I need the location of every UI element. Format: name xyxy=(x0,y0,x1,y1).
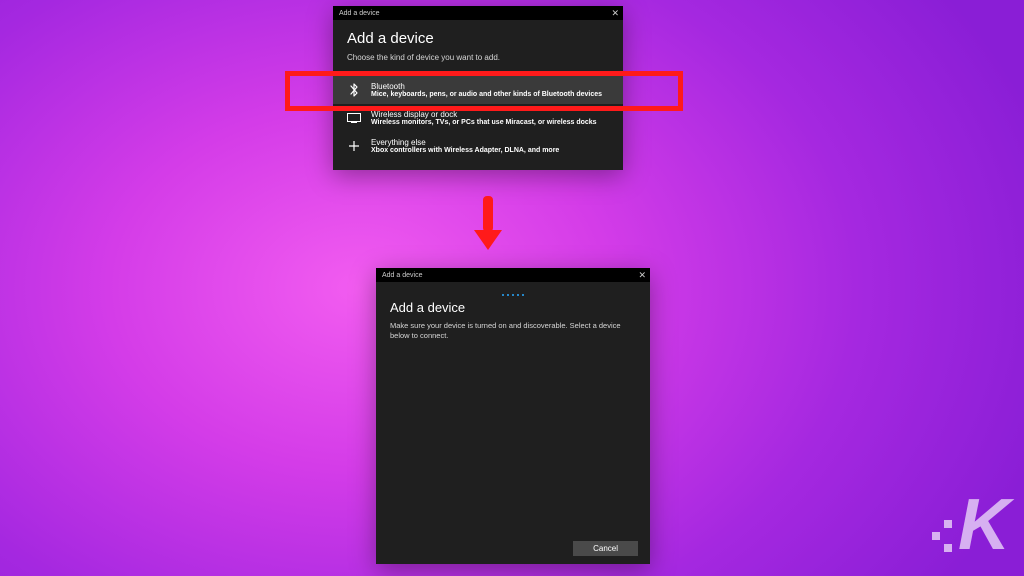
option-text: Bluetooth Mice, keyboards, pens, or audi… xyxy=(371,82,602,98)
add-device-dialog-step1: Add a device ✕ Add a device Choose the k… xyxy=(333,6,623,170)
progress-dots xyxy=(390,294,636,296)
titlebar: Add a device ✕ xyxy=(333,6,623,20)
option-text: Everything else Xbox controllers with Wi… xyxy=(371,138,559,154)
add-device-dialog-step2: Add a device ✕ Add a device Make sure yo… xyxy=(376,268,650,564)
bluetooth-icon xyxy=(347,83,361,97)
dialog-instruction: Make sure your device is turned on and d… xyxy=(390,321,636,341)
dialog-subheading: Choose the kind of device you want to ad… xyxy=(347,53,609,62)
close-icon[interactable]: ✕ xyxy=(611,9,619,18)
option-title: Everything else xyxy=(371,138,559,147)
plus-icon xyxy=(347,140,361,152)
cancel-button[interactable]: Cancel xyxy=(573,541,638,556)
dialog-body: Add a device Choose the kind of device y… xyxy=(333,20,623,76)
option-title: Bluetooth xyxy=(371,82,602,91)
option-text: Wireless display or dock Wireless monito… xyxy=(371,110,597,126)
close-icon[interactable]: ✕ xyxy=(638,271,646,280)
titlebar-text: Add a device xyxy=(382,272,422,279)
dialog-footer: Cancel xyxy=(376,533,650,564)
display-icon xyxy=(347,113,361,123)
option-title: Wireless display or dock xyxy=(371,110,597,119)
titlebar-text: Add a device xyxy=(339,10,379,17)
dialog-heading: Add a device xyxy=(347,30,609,47)
dialog-body: Add a device Make sure your device is tu… xyxy=(376,282,650,355)
option-desc: Wireless monitors, TVs, or PCs that use … xyxy=(371,119,597,126)
titlebar: Add a device ✕ xyxy=(376,268,650,282)
option-everything-else[interactable]: Everything else Xbox controllers with Wi… xyxy=(333,132,623,160)
watermark-logo: K xyxy=(932,484,1006,566)
option-desc: Mice, keyboards, pens, or audio and othe… xyxy=(371,91,602,98)
option-bluetooth[interactable]: Bluetooth Mice, keyboards, pens, or audi… xyxy=(333,76,623,104)
option-wireless-display[interactable]: Wireless display or dock Wireless monito… xyxy=(333,104,623,132)
annotation-arrow-down xyxy=(474,196,502,250)
dialog-heading: Add a device xyxy=(390,300,636,315)
option-desc: Xbox controllers with Wireless Adapter, … xyxy=(371,147,559,154)
